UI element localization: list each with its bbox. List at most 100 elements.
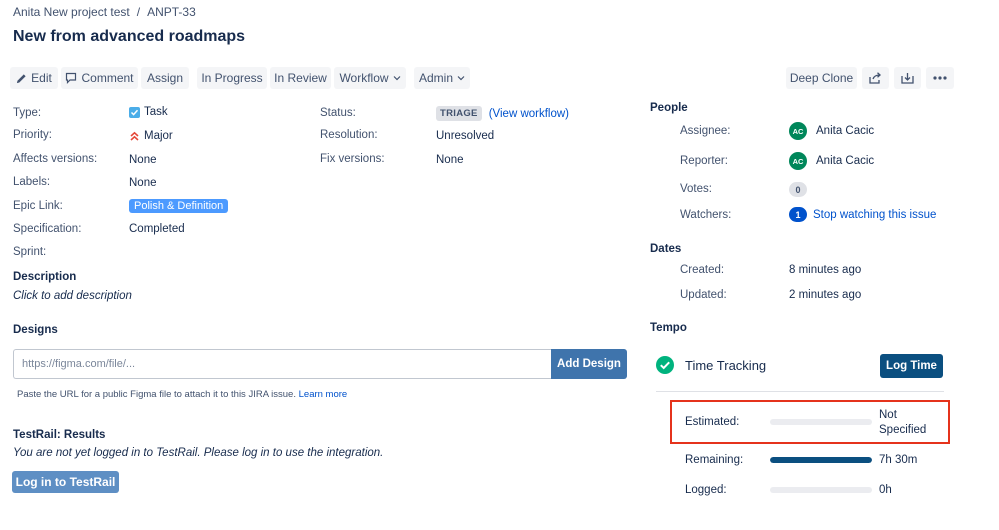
reporter-name: Anita Cacic: [816, 155, 875, 167]
people-heading: People: [650, 102, 688, 114]
status-label: Status:: [320, 107, 356, 119]
assign-label: Assign: [146, 71, 184, 85]
created-label: Created:: [680, 264, 725, 276]
stop-watching-link[interactable]: Stop watching this issue: [813, 209, 936, 221]
figma-url-input[interactable]: [13, 349, 551, 379]
testrail-heading: TestRail: Results: [13, 429, 106, 441]
priority-major-icon: [130, 131, 139, 141]
in-progress-button[interactable]: In Progress: [197, 67, 267, 89]
share-icon: [869, 72, 881, 84]
breadcrumb-project[interactable]: Anita New project test: [13, 5, 130, 19]
learn-more-link[interactable]: Learn more: [299, 389, 348, 400]
check-circle-icon: [656, 356, 674, 374]
dates-heading: Dates: [650, 243, 682, 255]
affects-versions-label: Affects versions:: [13, 153, 98, 165]
watchers-count[interactable]: 1: [789, 207, 807, 222]
votes-label: Votes:: [680, 183, 712, 195]
breadcrumb-separator: /: [136, 5, 141, 19]
logged-value: 0h: [879, 484, 892, 496]
assignee-label: Assignee:: [680, 125, 731, 137]
priority-text: Major: [144, 130, 173, 142]
fix-versions-label: Fix versions:: [320, 153, 385, 165]
assignee-value[interactable]: AC Anita Cacic: [789, 122, 874, 140]
epic-link-value: Polish & Definition: [129, 199, 229, 213]
breadcrumb: Anita New project test / ANPT-33: [13, 5, 196, 19]
testrail-message: You are not yet logged in to TestRail. P…: [13, 447, 384, 459]
description-placeholder[interactable]: Click to add description: [13, 290, 132, 302]
labels-label: Labels:: [13, 176, 51, 188]
assign-button[interactable]: Assign: [141, 67, 189, 89]
fix-versions-value: None: [436, 154, 464, 166]
tempo-heading: Tempo: [650, 322, 687, 334]
designs-heading: Designs: [13, 324, 58, 336]
log-time-button[interactable]: Log Time: [880, 354, 943, 378]
resolution-value: Unresolved: [436, 130, 495, 142]
chevron-down-icon: [457, 76, 465, 81]
in-progress-label: In Progress: [201, 71, 263, 85]
watchers-label: Watchers:: [680, 209, 732, 221]
specification-value: Completed: [129, 223, 185, 235]
more-icon: [933, 76, 947, 80]
remaining-label: Remaining:: [685, 454, 744, 466]
add-design-button[interactable]: Add Design: [551, 349, 627, 379]
breadcrumb-issue-key[interactable]: ANPT-33: [147, 5, 196, 19]
reporter-avatar: AC: [789, 152, 807, 170]
pencil-icon: [17, 73, 26, 83]
status-lozenge: TRIAGE: [436, 106, 482, 121]
in-review-label: In Review: [274, 71, 327, 85]
specification-label: Specification:: [13, 223, 82, 235]
type-value: Task: [129, 106, 168, 118]
deep-clone-label: Deep Clone: [789, 71, 854, 85]
testrail-login-button[interactable]: Log in to TestRail: [12, 471, 119, 493]
share-button[interactable]: [862, 67, 889, 89]
tempo-divider: [656, 391, 944, 392]
figma-hint: Paste the URL for a public Figma file to…: [17, 389, 347, 400]
description-heading: Description: [13, 271, 77, 283]
comment-button[interactable]: Comment: [61, 67, 138, 89]
workflow-label: Workflow: [339, 71, 389, 85]
labels-value: None: [129, 177, 157, 189]
updated-label: Updated:: [680, 289, 727, 301]
type-text: Task: [144, 106, 168, 118]
workflow-dropdown[interactable]: Workflow: [334, 67, 406, 89]
estimated-highlight-box: [670, 400, 950, 444]
time-tracking-title: Time Tracking: [685, 358, 767, 373]
epic-lozenge[interactable]: Polish & Definition: [129, 199, 229, 213]
edit-button[interactable]: Edit: [10, 67, 58, 89]
remaining-bar: [770, 457, 872, 463]
votes-value[interactable]: 0: [789, 182, 807, 197]
priority-value: Major: [129, 130, 173, 142]
page-title: New from advanced roadmaps: [13, 28, 246, 45]
admin-dropdown[interactable]: Admin: [414, 67, 470, 89]
votes-count: 0: [789, 182, 807, 197]
reporter-value[interactable]: AC Anita Cacic: [789, 152, 874, 170]
export-icon: [901, 73, 914, 84]
sprint-label: Sprint:: [13, 246, 47, 258]
assignee-name: Anita Cacic: [816, 125, 875, 137]
deep-clone-button[interactable]: Deep Clone: [786, 67, 857, 89]
resolution-label: Resolution:: [320, 129, 378, 141]
task-checkbox-icon: [129, 106, 140, 118]
edit-label: Edit: [31, 71, 52, 85]
export-button[interactable]: [894, 67, 921, 89]
assignee-avatar: AC: [789, 122, 807, 140]
logged-label: Logged:: [685, 484, 727, 496]
admin-label: Admin: [418, 71, 453, 85]
logged-bar: [770, 487, 872, 493]
epic-link-label: Epic Link:: [13, 200, 63, 212]
in-review-button[interactable]: In Review: [270, 67, 331, 89]
created-value: 8 minutes ago: [789, 264, 862, 276]
updated-value: 2 minutes ago: [789, 289, 862, 301]
view-workflow-link[interactable]: (View workflow): [489, 108, 569, 120]
type-label: Type:: [13, 107, 42, 119]
watchers-value: 1 Stop watching this issue: [789, 207, 936, 222]
comment-label: Comment: [81, 71, 134, 85]
comment-icon: [66, 72, 77, 84]
remaining-bar-fill: [770, 457, 872, 463]
figma-hint-text: Paste the URL for a public Figma file to…: [17, 389, 296, 400]
priority-label: Priority:: [13, 129, 52, 141]
affects-versions-value: None: [129, 154, 157, 166]
more-actions-button[interactable]: [926, 67, 954, 89]
remaining-value: 7h 30m: [879, 454, 918, 466]
reporter-label: Reporter:: [680, 155, 728, 167]
